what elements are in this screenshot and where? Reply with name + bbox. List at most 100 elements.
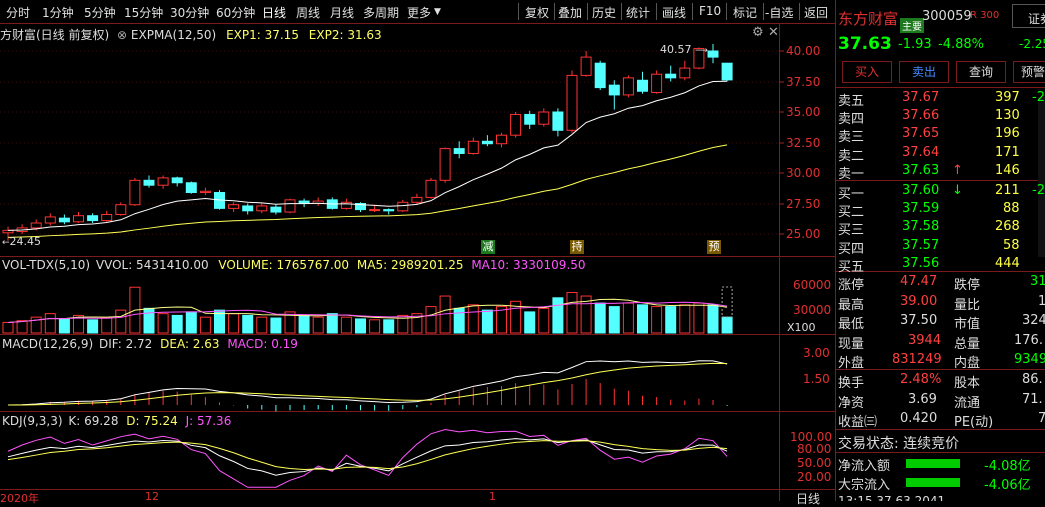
volume-bar [538, 307, 550, 334]
stat-value: 176. [1014, 332, 1043, 348]
stat-label: 现量 [838, 336, 865, 352]
period-indicator[interactable]: 日线 [796, 490, 820, 507]
candle-body [115, 204, 127, 215]
volume-bar [453, 307, 465, 334]
ask-row[interactable]: 卖一 37.63 ↑ 146 [836, 163, 1045, 182]
volume-bar [608, 306, 620, 334]
stat-value: 2.48% [900, 372, 942, 387]
level-price: 37.67 [902, 90, 940, 105]
stat-value: 1 [1038, 293, 1045, 309]
stat-row: 换手 2.48% 股本 86. [836, 372, 1045, 391]
vvol-value: VVOL: 5431410.00 [95, 258, 209, 272]
stat-row: 现量 3944 总量 176. [836, 332, 1045, 352]
tool-back-button[interactable]: 返回 [804, 4, 828, 21]
change-clip: -2.25 [1019, 37, 1045, 51]
ask-row[interactable]: 卖二 37.64 171 [836, 145, 1045, 164]
volume-bar [185, 311, 197, 334]
securities-tab[interactable]: 证券 [1012, 4, 1045, 28]
bid-row[interactable]: 买三 37.58 268 [836, 219, 1045, 239]
stat-label: 股本 [954, 376, 981, 391]
candle-body [481, 140, 493, 145]
stat-value: 7 [1038, 411, 1045, 426]
period-tab-multi[interactable]: 多周期 [363, 4, 399, 21]
level-price: 37.66 [902, 108, 940, 124]
period-tab-intraday[interactable]: 分时 [6, 4, 30, 21]
macd-indicator-name[interactable]: MACD(12,26,9) [2, 337, 93, 351]
kdj-axis-label: 80.00 [797, 442, 832, 456]
tool-watchlist-button[interactable]: -自选 [765, 4, 793, 21]
bid-row[interactable]: 买四 37.57 58 [836, 238, 1045, 257]
period-tab-60min[interactable]: 60分钟 [216, 4, 255, 21]
time-axis-label: 2020年 [0, 492, 39, 505]
stat-value: 37.50 [900, 313, 938, 328]
bid-row[interactable]: 买一 37.60 ↓ 211 -2 [836, 183, 1045, 202]
candle-body [566, 74, 578, 131]
period-tab-monthly[interactable]: 月线 [330, 4, 354, 21]
close-icon[interactable]: ✕ [768, 25, 779, 40]
level-change-clip: -2 [1032, 90, 1045, 105]
volume-indicator-name[interactable]: VOL-TDX(5,10) [2, 258, 90, 272]
price-axis-label: 40.00 [786, 44, 821, 58]
buy-button[interactable]: 买入 [842, 61, 892, 83]
tool-fuquan-button[interactable]: 复权 [525, 4, 549, 21]
candle-body [608, 84, 620, 96]
price-axis-label: 37.50 [786, 75, 821, 89]
period-tab-5min[interactable]: 5分钟 [84, 4, 116, 21]
alert-button[interactable]: 预警 [1013, 61, 1045, 83]
volume-bar [552, 297, 564, 334]
arrow-down-icon: ↓ [952, 183, 963, 198]
price-change-pct: -4.88% [938, 37, 984, 52]
tool-draw-button[interactable]: 画线 [662, 4, 686, 21]
tool-stats-button[interactable]: 统计 [626, 4, 650, 21]
level-volume: 211 [995, 183, 1020, 198]
tool-f10-button[interactable]: F10 [699, 4, 721, 18]
ask-row[interactable]: 卖五 37.67 397 -2 [836, 90, 1045, 109]
volume-bar [594, 302, 606, 334]
flow-label: 净流入额 [838, 459, 891, 474]
tool-mark-button[interactable]: 标记 [733, 4, 757, 21]
volume-bar [369, 319, 381, 334]
period-tab-15min[interactable]: 15分钟 [124, 4, 163, 21]
period-tab-daily[interactable]: 日线 [262, 4, 286, 21]
level-label: 买三 [838, 223, 865, 239]
period-tab-more[interactable]: 更多 [407, 4, 431, 21]
chevron-down-icon: ▼ [434, 7, 441, 17]
time-axis-label: 1 [489, 490, 496, 503]
period-tab-30min[interactable]: 30分钟 [170, 4, 209, 21]
price-axis-label: 32.50 [786, 136, 821, 150]
candle-body [622, 77, 634, 96]
bid-row[interactable]: 买五 37.56 444 [836, 256, 1045, 275]
event-marker-reduce[interactable]: 减 [481, 240, 495, 254]
indicator-name[interactable]: EXPMA(12,50) [131, 28, 216, 42]
volume-bar [16, 320, 28, 334]
stat-row: 涨停 47.47 跌停 31 [836, 274, 1045, 293]
bid-row[interactable]: 买二 37.59 88 [836, 201, 1045, 220]
ask-row[interactable]: 卖四 37.66 130 [836, 108, 1045, 127]
query-button[interactable]: 查询 [956, 61, 1006, 83]
period-tab-1min[interactable]: 1分钟 [42, 4, 74, 21]
candle-body [199, 190, 211, 194]
tool-overlay-button[interactable]: 叠加 [558, 4, 582, 21]
candle-body [538, 111, 550, 125]
tool-history-button[interactable]: 历史 [592, 4, 616, 21]
kdj-indicator-name[interactable]: KDJ(9,3,3) [2, 414, 63, 428]
volume-bar [467, 304, 479, 334]
stat-label: 涨停 [838, 278, 865, 293]
ask-row[interactable]: 卖三 37.65 196 [836, 126, 1045, 145]
volume-bar [171, 314, 183, 334]
flow-bar [906, 478, 960, 487]
sell-button[interactable]: 卖出 [899, 61, 949, 83]
j-value: J: 57.36 [185, 414, 232, 428]
event-marker-forecast[interactable]: 预 [707, 240, 721, 254]
stat-label: 量比 [954, 297, 981, 313]
stat-label: 最高 [838, 297, 865, 313]
expand-icon[interactable]: ⊗ [117, 28, 127, 42]
price-axis-label: 27.50 [786, 197, 821, 211]
period-tab-weekly[interactable]: 周线 [296, 4, 320, 21]
stat-label: 最低 [838, 317, 865, 332]
kline-chart-area[interactable]: 方财富(日线 前复权) ⊗ EXPMA(12,50) EXP1: 37.15 E… [0, 24, 835, 506]
candle-body [101, 213, 113, 222]
settings-gear-icon[interactable]: ⚙ [752, 25, 764, 40]
candle-body [383, 209, 395, 212]
event-marker-hold[interactable]: 持 [570, 240, 584, 254]
